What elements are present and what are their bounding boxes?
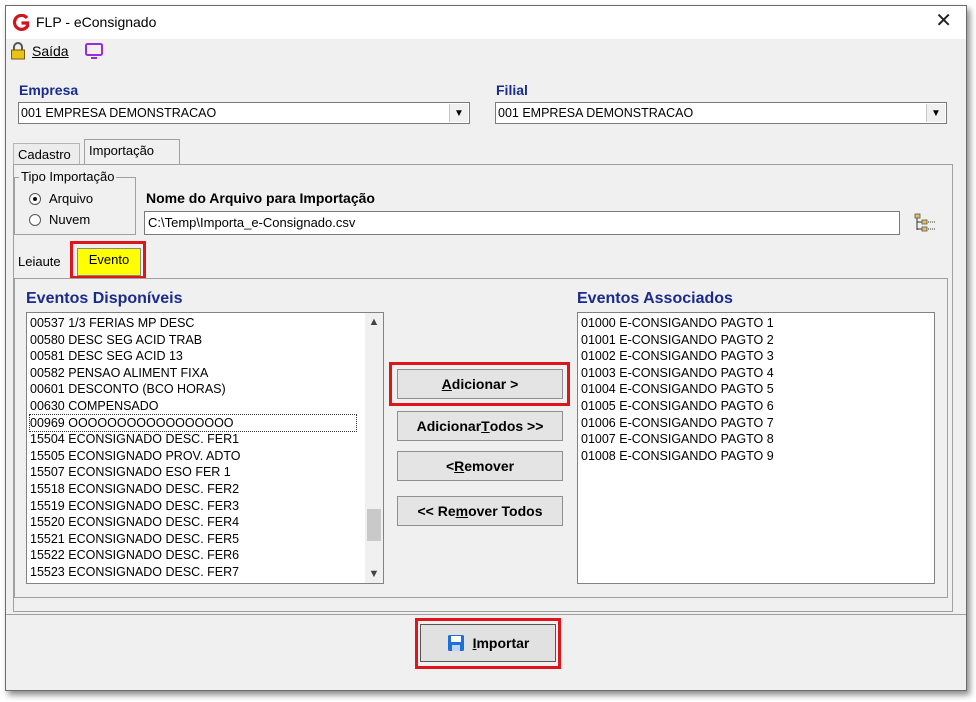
list-item[interactable]: 00969 OOOOOOOOOOOOOOOOO xyxy=(29,413,357,432)
list-item[interactable]: 01007 E-CONSIGANDO PAGTO 8 xyxy=(581,431,774,447)
browse-folder-icon[interactable] xyxy=(914,213,936,233)
empresa-select[interactable]: 001 EMPRESA DEMONSTRACAO ▼ xyxy=(18,102,470,124)
remover-todos-button[interactable]: << Re m over Todos xyxy=(397,496,563,526)
list-item[interactable]: 00582 PENSAO ALIMENT FIXA xyxy=(30,365,208,381)
list-item[interactable]: 15504 ECONSIGNADO DESC. FER1 xyxy=(30,431,239,447)
adicionar-todos-label-pre: Adicionar xyxy=(416,418,482,434)
monitor-icon[interactable] xyxy=(84,42,104,60)
list-item[interactable]: 15521 ECONSIGNADO DESC. FER5 xyxy=(30,531,239,547)
filial-select[interactable]: 001 EMPRESA DEMONSTRACAO ▼ xyxy=(495,102,947,124)
highlight-box xyxy=(70,241,146,279)
associados-list[interactable]: 01000 E-CONSIGANDO PAGTO 1 01001 E-CONSIG… xyxy=(577,312,935,584)
radio-arquivo[interactable]: Arquivo xyxy=(29,191,93,206)
close-icon[interactable]: ✕ xyxy=(935,11,952,31)
remover-todos-label-pre: << Re xyxy=(417,503,456,519)
main-window: FLP - eConsignado ✕ Saída Empresa 001 EM… xyxy=(5,5,967,691)
separator xyxy=(6,614,966,615)
exit-menu-item[interactable]: Saída xyxy=(32,43,69,59)
list-item[interactable]: 01000 E-CONSIGANDO PAGTO 1 xyxy=(581,315,774,331)
highlight-box xyxy=(415,618,561,669)
associados-title: Eventos Associados xyxy=(577,290,733,307)
tab-importacao[interactable]: Importação xyxy=(84,139,180,165)
list-item[interactable]: 01001 E-CONSIGANDO PAGTO 2 xyxy=(581,332,774,348)
menu-bar: Saída xyxy=(6,39,966,63)
list-item[interactable]: 15523 ECONSIGNADO DESC. FER7 xyxy=(30,564,239,580)
remover-todos-label-post: over Todos xyxy=(468,503,543,519)
empresa-label: Empresa xyxy=(19,82,79,98)
list-item[interactable]: 15519 ECONSIGNADO DESC. FER3 xyxy=(30,498,239,514)
arquivo-input[interactable]: C:\Temp\Importa_e-Consignado.csv xyxy=(144,211,900,235)
tab-cadastro[interactable]: Cadastro xyxy=(13,143,80,165)
list-item[interactable]: 00630 COMPENSADO xyxy=(30,398,159,414)
tab-leiaute[interactable]: Leiaute xyxy=(18,254,61,269)
list-item[interactable]: 00537 1/3 FERIAS MP DESC xyxy=(30,315,194,331)
remover-todos-label-accel: m xyxy=(455,503,469,519)
remover-label-pre: < xyxy=(445,458,455,474)
scroll-up-icon[interactable]: ▲ xyxy=(365,313,383,331)
tipo-importacao-title: Tipo Importação xyxy=(19,169,117,184)
exit-menu-label: Saída xyxy=(32,43,69,59)
list-item[interactable]: 01005 E-CONSIGANDO PAGTO 6 xyxy=(581,398,774,414)
list-item[interactable]: 00580 DESC SEG ACID TRAB xyxy=(30,332,202,348)
list-item[interactable]: 15518 ECONSIGNADO DESC. FER2 xyxy=(30,481,239,497)
disponiveis-title: Eventos Disponíveis xyxy=(26,290,183,307)
list-item[interactable]: 15505 ECONSIGNADO PROV. ADTO xyxy=(30,448,241,464)
radio-unselected-icon[interactable] xyxy=(29,213,41,226)
title-bar: FLP - eConsignado ✕ xyxy=(6,6,966,39)
radio-nuvem[interactable]: Nuvem xyxy=(29,212,90,227)
list-item[interactable]: 01002 E-CONSIGANDO PAGTO 3 xyxy=(581,348,774,364)
list-item[interactable]: 00581 DESC SEG ACID 13 xyxy=(30,348,183,364)
radio-nuvem-label: Nuvem xyxy=(49,212,91,227)
list-item[interactable]: 15520 ECONSIGNADO DESC. FER4 xyxy=(30,514,239,530)
scrollbar-thumb[interactable] xyxy=(367,509,381,541)
filial-value: 001 EMPRESA DEMONSTRACAO xyxy=(498,106,694,120)
window-title: FLP - eConsignado xyxy=(36,14,157,30)
filial-label: Filial xyxy=(496,82,528,98)
radio-arquivo-label: Arquivo xyxy=(49,191,94,206)
chevron-down-icon[interactable]: ▼ xyxy=(449,104,468,122)
list-item[interactable]: 00601 DESCONTO (BCO HORAS) xyxy=(30,381,226,397)
chevron-down-icon[interactable]: ▼ xyxy=(926,104,945,122)
adicionar-todos-button[interactable]: Adicionar Todos >> xyxy=(397,411,563,441)
disponiveis-list[interactable]: 00537 1/3 FERIAS MP DESC 00580 DESC SEG A… xyxy=(26,312,384,584)
adicionar-todos-label-post: odos >> xyxy=(489,418,544,434)
remover-label-accel: R xyxy=(454,458,465,474)
list-item[interactable]: 01004 E-CONSIGANDO PAGTO 5 xyxy=(581,381,774,397)
list-item[interactable]: 01006 E-CONSIGANDO PAGTO 7 xyxy=(581,415,774,431)
tipo-importacao-group: Tipo Importação Arquivo Nuvem xyxy=(14,169,136,235)
adicionar-todos-label-accel: T xyxy=(481,418,490,434)
list-item[interactable]: 15507 ECONSIGNADO ESO FER 1 xyxy=(30,464,231,480)
lock-icon[interactable] xyxy=(10,42,26,60)
arquivo-label: Nome do Arquivo para Importação xyxy=(146,190,375,206)
scrollbar[interactable]: ▲ ▼ xyxy=(365,313,383,583)
list-item[interactable]: 01003 E-CONSIGANDO PAGTO 4 xyxy=(581,365,774,381)
list-item[interactable]: 15522 ECONSIGNADO DESC. FER6 xyxy=(30,547,239,563)
remover-button[interactable]: < Remover xyxy=(397,451,563,481)
app-logo-icon xyxy=(12,14,30,31)
scroll-down-icon[interactable]: ▼ xyxy=(365,565,383,583)
list-item[interactable]: 01008 E-CONSIGANDO PAGTO 9 xyxy=(581,448,774,464)
highlight-box xyxy=(389,362,570,406)
empresa-value: 001 EMPRESA DEMONSTRACAO xyxy=(21,106,217,120)
radio-selected-icon[interactable] xyxy=(29,192,41,205)
remover-label-post: emover xyxy=(464,458,515,474)
